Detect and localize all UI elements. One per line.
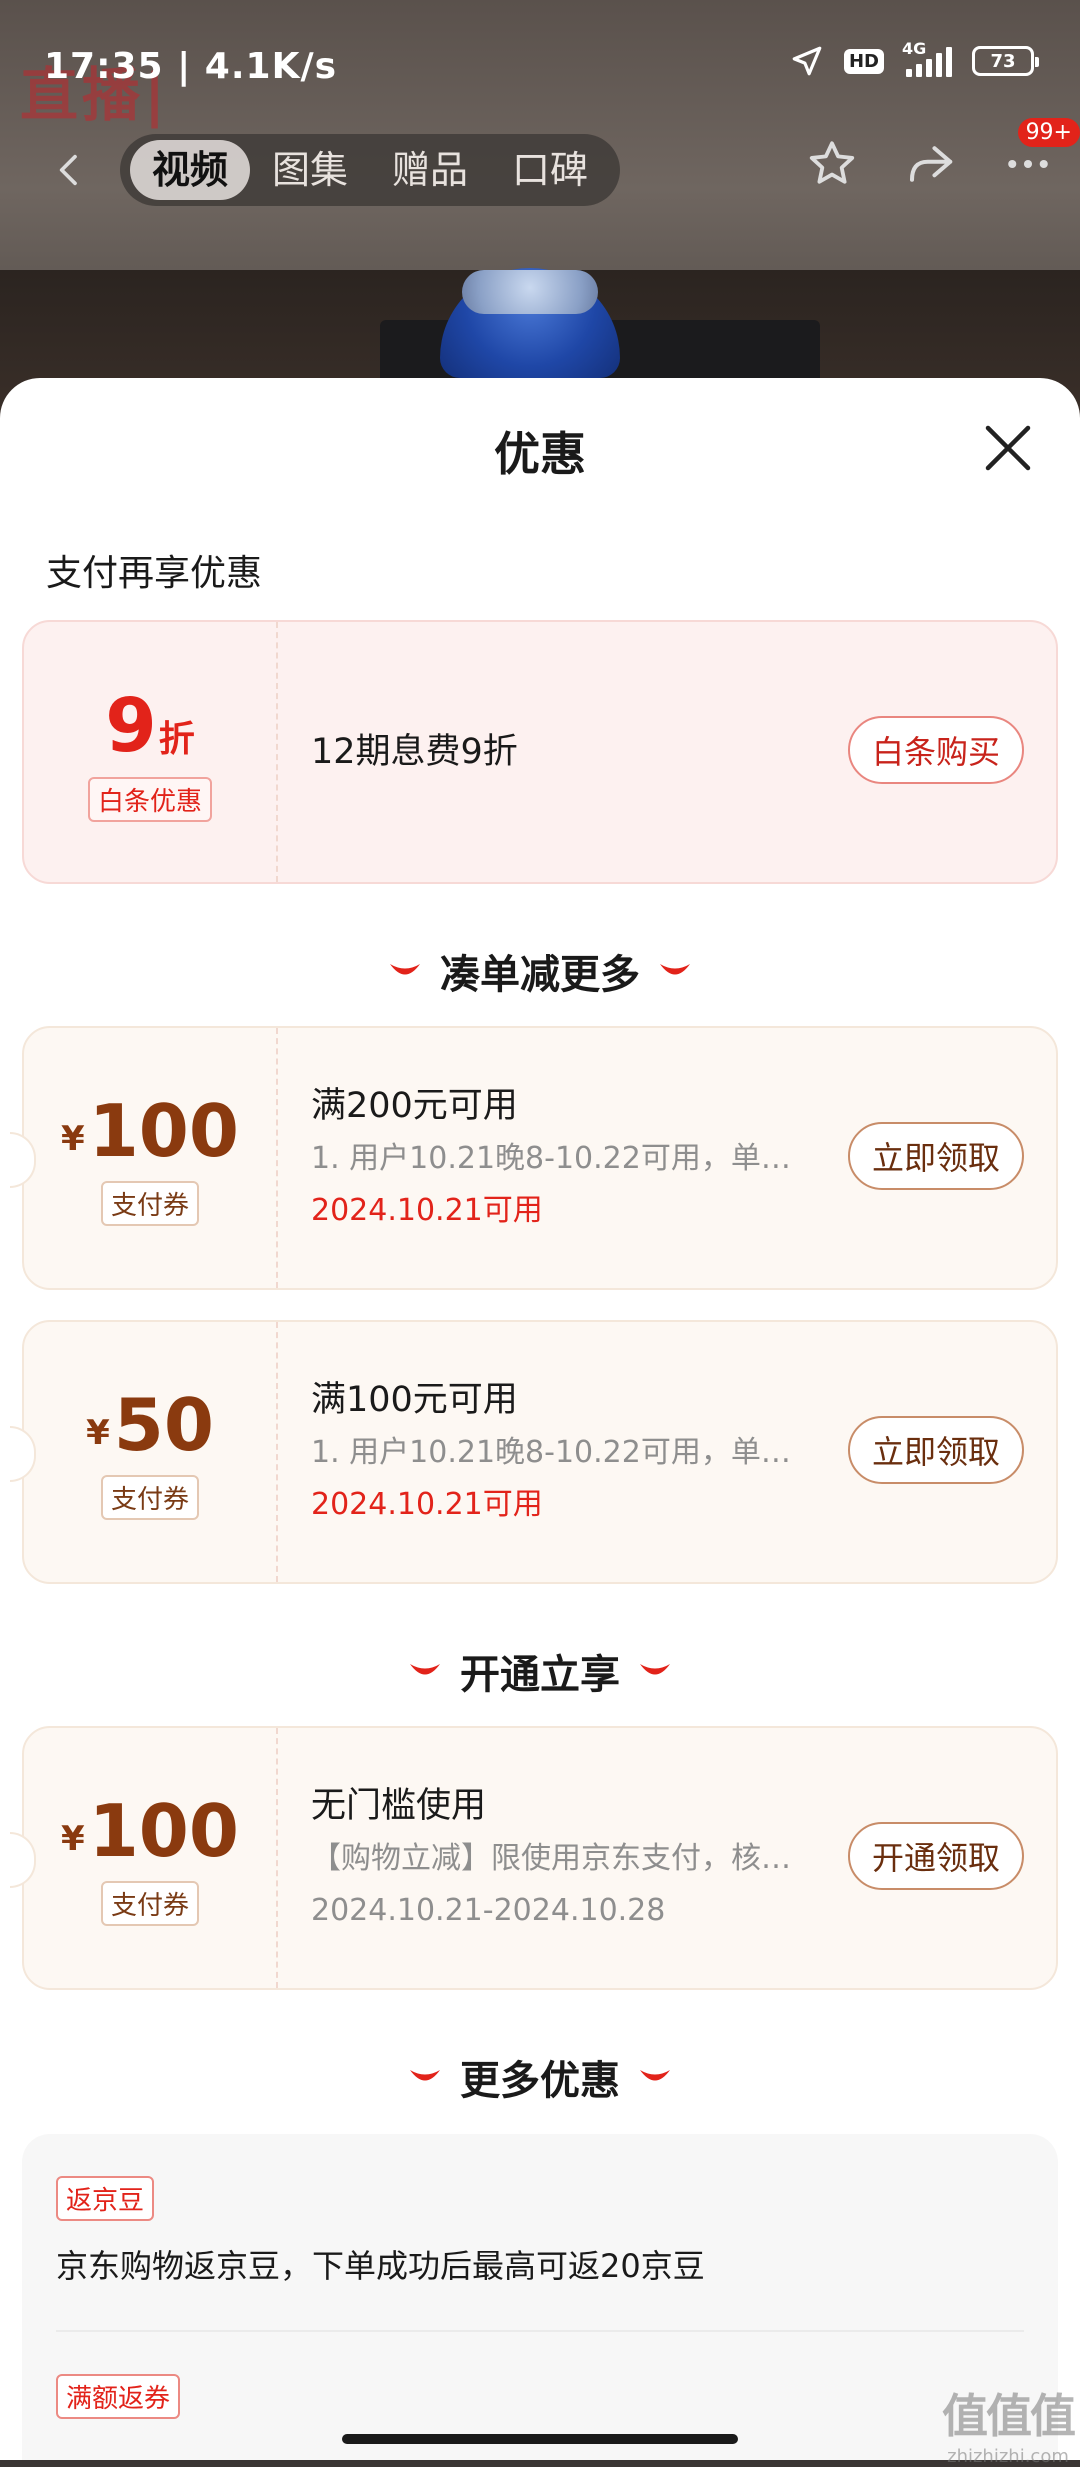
status-time: 17:35 | 4.1K/s <box>44 46 338 87</box>
card-divider <box>276 1728 278 1988</box>
coupon-amount: ¥100 <box>61 1091 239 1171</box>
smile-icon <box>640 1664 670 1675</box>
open-coupon-card: ¥100 支付券 无门槛使用 【购物立减】限使用京东支付，核… 2024.10.… <box>10 1726 1058 1990</box>
offers-sheet: 优惠 支付再享优惠 9折 白条优惠 12期息费9折 白条购买 凑单减更多 ¥10… <box>0 378 1080 2460</box>
combo-section-title: 凑单减更多 <box>440 952 640 998</box>
coupon-info: 满200元可用 1. 用户10.21晚8-10.22可用，单… 2024.10.… <box>311 1028 826 1288</box>
smile-icon <box>640 2070 670 2081</box>
baitiao-left: 9折 白条优惠 <box>24 622 276 882</box>
coupon-amount-number: 50 <box>113 1382 214 1467</box>
coupon-title: 满100元可用 <box>311 1380 518 1420</box>
star-icon <box>809 141 855 184</box>
coupon-tag: 支付券 <box>100 1880 199 1926</box>
baitiao-discount: 9折 <box>105 683 195 769</box>
sheet-title: 优惠 <box>494 427 586 481</box>
more-section-title: 更多优惠 <box>460 2058 620 2104</box>
combo-section-heading: 凑单减更多 <box>0 942 1080 1000</box>
open-section-heading: 开通立享 <box>0 1642 1080 1700</box>
baitiao-tag: 白条优惠 <box>87 776 212 822</box>
more-offer-tag: 返京豆 <box>56 2176 155 2221</box>
smile-icon <box>410 1664 440 1675</box>
coupon-desc: 【购物立减】限使用京东支付，核… <box>311 1841 791 1876</box>
coupon-left: ¥100 支付券 <box>24 1728 276 1988</box>
more-offers-list: 返京豆 京东购物返京豆，下单成功后最高可返20京豆 满额返券 <box>22 2134 1058 2460</box>
coupon-info: 无门槛使用 【购物立减】限使用京东支付，核… 2024.10.21-2024.1… <box>311 1728 826 1988</box>
baitiao-buy-button[interactable]: 白条购买 <box>847 716 1024 784</box>
coupon-date: 2024.10.21可用 <box>311 1487 543 1522</box>
yen-symbol: ¥ <box>61 1818 85 1859</box>
hd-badge: HD <box>843 48 884 74</box>
background-knob-top <box>462 270 598 314</box>
tab-video[interactable]: 视频 <box>130 140 251 200</box>
smile-icon <box>390 964 420 975</box>
battery-level: 73 <box>990 50 1016 72</box>
back-button[interactable] <box>40 140 100 200</box>
favorite-button[interactable] <box>800 132 864 196</box>
coupon-title: 满200元可用 <box>311 1086 518 1126</box>
signal-icon: 4G <box>902 39 952 77</box>
more-offer-item[interactable]: 返京豆 京东购物返京豆，下单成功后最高可返20京豆 <box>56 2176 705 2287</box>
tab-reviews[interactable]: 口碑 <box>490 140 610 200</box>
coupon-card: ¥100 支付券 满200元可用 1. 用户10.21晚8-10.22可用，单…… <box>10 1026 1058 1290</box>
watermark-logo: 值值值 <box>942 2389 1076 2443</box>
share-button[interactable] <box>898 132 962 196</box>
more-offer-item[interactable]: 满额返券 <box>56 2374 181 2419</box>
coupon-desc: 1. 用户10.21晚8-10.22可用，单… <box>311 1435 791 1470</box>
yen-symbol: ¥ <box>61 1118 85 1159</box>
more-button[interactable]: 99+ <box>996 118 1080 196</box>
more-section-heading: 更多优惠 <box>0 2048 1080 2106</box>
open-claim-button[interactable]: 开通领取 <box>847 1822 1024 1890</box>
chevron-left-icon <box>59 154 77 186</box>
coupon-desc: 1. 用户10.21晚8-10.22可用，单… <box>311 1141 791 1176</box>
baitiao-card: 9折 白条优惠 12期息费9折 白条购买 <box>22 620 1058 884</box>
coupon-amount-number: 100 <box>88 1788 239 1873</box>
more-offer-text: 京东购物返京豆，下单成功后最高可返20京豆 <box>56 2247 705 2285</box>
divider <box>56 2330 1024 2332</box>
watermark: 值值值 zhizhizhi.com <box>942 2380 1076 2467</box>
coupon-left: ¥50 支付券 <box>24 1322 276 1582</box>
media-tabs: 视频 图集 赠品 口碑 <box>120 134 621 206</box>
claim-coupon-button[interactable]: 立即领取 <box>847 1416 1024 1484</box>
claim-coupon-button[interactable]: 立即领取 <box>847 1122 1024 1190</box>
tab-gifts[interactable]: 赠品 <box>370 140 490 200</box>
coupon-date: 2024.10.21可用 <box>311 1193 543 1228</box>
yen-symbol: ¥ <box>86 1412 110 1453</box>
home-indicator[interactable] <box>342 2434 738 2444</box>
coupon-amount: ¥50 <box>86 1385 214 1465</box>
card-divider <box>276 1028 278 1288</box>
close-button[interactable] <box>978 418 1038 478</box>
coupon-amount: ¥100 <box>61 1791 239 1871</box>
pay-offer-heading: 支付再享优惠 <box>46 553 263 594</box>
coupon-date: 2024.10.21-2024.10.28 <box>311 1893 666 1928</box>
baitiao-discount-number: 9 <box>105 682 157 769</box>
baitiao-discount-unit: 折 <box>158 718 195 760</box>
smile-icon <box>660 964 690 975</box>
battery-icon: 73 <box>972 46 1039 76</box>
coupon-title: 无门槛使用 <box>311 1786 487 1826</box>
card-divider <box>276 622 278 882</box>
coupon-amount-number: 100 <box>88 1088 239 1173</box>
coupon-left: ¥100 支付券 <box>24 1028 276 1288</box>
more-offer-tag: 满额返券 <box>56 2374 181 2419</box>
baitiao-desc: 12期息费9折 <box>311 732 518 772</box>
coupon-tag: 支付券 <box>100 1474 199 1520</box>
network-type: 4G <box>902 39 927 58</box>
baitiao-info: 12期息费9折 <box>311 622 826 882</box>
status-icons: HD 4G 73 <box>790 39 1039 78</box>
top-nav: 视频 图集 赠品 口碑 99+ <box>0 118 1080 210</box>
tab-gallery[interactable]: 图集 <box>250 140 370 200</box>
card-divider <box>276 1322 278 1582</box>
open-section-title: 开通立享 <box>460 1652 620 1698</box>
nav-actions: 99+ <box>800 118 1080 196</box>
smile-icon <box>410 2070 440 2081</box>
status-bar: 17:35 | 4.1K/s HD 4G 73 <box>0 0 1080 130</box>
coupon-card: ¥50 支付券 满100元可用 1. 用户10.21晚8-10.22可用，单… … <box>10 1320 1058 1584</box>
notification-badge: 99+ <box>1017 118 1080 147</box>
location-icon <box>790 44 824 78</box>
coupon-tag: 支付券 <box>100 1180 199 1226</box>
coupon-info: 满100元可用 1. 用户10.21晚8-10.22可用，单… 2024.10.… <box>311 1322 826 1582</box>
watermark-url: zhizhizhi.com <box>947 2446 1069 2467</box>
close-icon <box>985 425 1031 471</box>
share-icon <box>909 146 953 182</box>
